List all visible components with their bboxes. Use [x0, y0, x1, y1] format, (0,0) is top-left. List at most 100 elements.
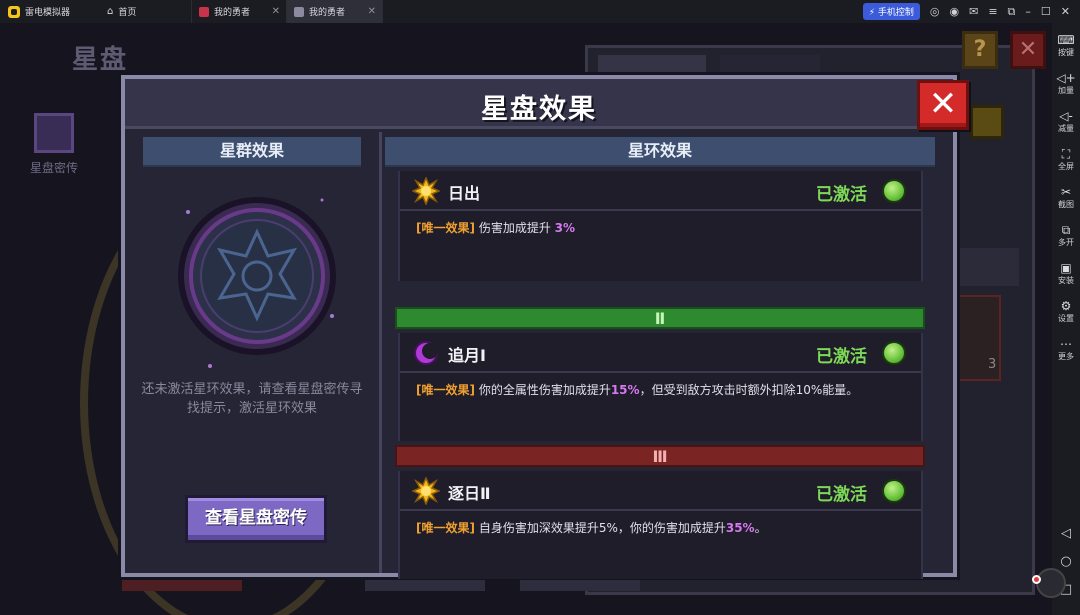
ring-desc-text: 伤害加成提升 — [478, 221, 551, 235]
home-icon: ⌂ — [107, 6, 114, 17]
ring-status: 已激活 — [816, 185, 867, 205]
fullscreen-icon: ⛶ — [1061, 147, 1071, 161]
ring-effect-card: 追月Ⅰ 已激活 [唯一效果] 你的全属性伤害加成提升15%，但受到敌方攻击时额外… — [398, 333, 923, 441]
sidebar-item-install[interactable]: ▣ 安装 — [1052, 261, 1080, 286]
background-footer-button — [122, 575, 242, 591]
ring-name: 日出 — [448, 184, 481, 203]
more-icon: ⋯ — [1060, 337, 1072, 351]
cluster-effect-header: 星群效果 — [143, 137, 361, 167]
background-page-title: 星盘 — [72, 45, 129, 75]
background-secret-item[interactable]: 星盘密传 — [22, 113, 86, 176]
ring-effect-card: 日出 已激活 [唯一效果] 伤害加成提升 3% — [398, 171, 923, 281]
tier-3-divider: Ⅲ — [395, 445, 925, 467]
ring-desc-value: 3% — [554, 221, 576, 235]
sidebar-label: 设置 — [1058, 314, 1074, 323]
gamepad-icon[interactable]: ◎ — [930, 5, 940, 18]
close-tab-icon[interactable]: ✕ — [272, 6, 280, 17]
emulator-titlebar: 雷电模拟器 ⌂ 首页 我的勇者 ✕ 我的勇者 ✕ ⚡ 手机控制 ◎ ◉ ✉ ≡ … — [0, 0, 1080, 23]
floating-assistant-icon[interactable] — [1036, 568, 1066, 598]
game-viewport: 星盘 星盘密传 ? ✕ 3 星盘效果 ✕ 星群效果 还未激活星环效果，请查看星盘… — [0, 23, 1052, 615]
ring-desc-text-2: 。 — [754, 521, 767, 535]
sidebar-item-fullscreen[interactable]: ⛶ 全屏 — [1052, 147, 1080, 172]
sidebar-label: 全屏 — [1058, 162, 1074, 171]
close-window-icon[interactable]: ✕ — [1061, 5, 1070, 18]
sidebar-item-keymap[interactable]: ⌨ 按键 — [1052, 33, 1080, 58]
column-divider — [379, 132, 382, 573]
tab-my-hero-1-label: 我的勇者 — [214, 8, 251, 18]
sidebar-label: 按键 — [1058, 48, 1074, 57]
ring-status: 已激活 — [816, 485, 867, 505]
ring-effect-title-row: 追月Ⅰ 已激活 — [400, 333, 921, 373]
dialog-title: 星盘效果 — [481, 94, 597, 125]
sidebar-item-settings[interactable]: ⚙ 设置 — [1052, 299, 1080, 324]
volume-down-icon: ◁- — [1059, 109, 1073, 123]
moon-icon — [414, 341, 438, 365]
tab-home-label: 首页 — [118, 8, 137, 18]
keyboard-icon: ⌨ — [1057, 33, 1075, 47]
unique-effect-tag: [唯一效果] — [416, 221, 475, 235]
sidebar-item-multi[interactable]: ⧉ 多开 — [1052, 223, 1080, 248]
ring-effect-title-row: 逐日Ⅱ 已激活 — [400, 471, 921, 511]
background-bar — [955, 248, 1019, 286]
game-app-icon — [199, 6, 209, 17]
ring-effect-header: 星环效果 — [385, 137, 935, 167]
emulator-sidebar: ⌨ 按键 ◁+ 加量 ◁- 减量 ⛶ 全屏 ✂ 截图 ⧉ 多开 ▣ 安装 ⚙ 设… — [1052, 23, 1080, 615]
home-circle-icon[interactable]: ○ — [1052, 554, 1080, 569]
tab-my-hero-1[interactable]: 我的勇者 ✕ — [192, 0, 287, 23]
constellation-disk-icon — [178, 197, 336, 368]
tab-home[interactable]: ⌂ 首页 — [100, 0, 192, 23]
view-star-secret-button[interactable]: 查看星盘密传 — [185, 495, 327, 543]
back-icon[interactable]: ◁ — [1052, 526, 1080, 541]
sidebar-label: 减量 — [1058, 124, 1074, 133]
tab-my-hero-2-label: 我的勇者 — [309, 8, 346, 18]
ring-description: [唯一效果] 你的全属性伤害加成提升15%，但受到敌方攻击时额外扣除10%能量。 — [416, 381, 916, 398]
background-secret-label: 星盘密传 — [29, 161, 78, 175]
sidebar-item-screenshot[interactable]: ✂ 截图 — [1052, 185, 1080, 210]
app-brand: 雷电模拟器 — [0, 5, 100, 18]
sidebar-item-volume-down[interactable]: ◁- 减量 — [1052, 109, 1080, 134]
dialog-header: 星盘效果 — [125, 79, 953, 129]
ring-desc-text-2: ，但受到敌方攻击时额外扣除10%能量。 — [639, 383, 859, 397]
restore-icon[interactable]: ⧉ — [1008, 5, 1016, 19]
maximize-icon[interactable]: ☐ — [1041, 5, 1051, 18]
ring-desc-value: 35% — [725, 521, 755, 535]
ring-name: 追月Ⅰ — [448, 346, 486, 365]
background-card-count: 3 — [988, 357, 997, 372]
mail-icon[interactable]: ✉ — [969, 5, 978, 18]
background-coin-icon — [970, 105, 1004, 139]
app-name: 雷电模拟器 — [25, 8, 71, 18]
ring-status: 已激活 — [816, 347, 867, 367]
user-icon[interactable]: ◉ — [950, 5, 960, 18]
sidebar-item-more[interactable]: ⋯ 更多 — [1052, 337, 1080, 362]
background-help-button: ? — [962, 31, 998, 69]
menu-icon[interactable]: ≡ — [988, 5, 997, 18]
gear-icon: ⚙ — [1060, 299, 1072, 313]
close-tab-icon[interactable]: ✕ — [368, 6, 376, 17]
sun-icon — [412, 477, 440, 505]
sidebar-label: 多开 — [1058, 238, 1074, 247]
ring-effect-title-row: 日出 已激活 — [400, 171, 921, 211]
apk-install-icon: ▣ — [1060, 261, 1072, 275]
ldplayer-logo-icon — [8, 5, 20, 18]
active-indicator-icon — [882, 179, 906, 203]
volume-up-icon: ◁+ — [1056, 71, 1076, 85]
minimize-icon[interactable]: – — [1025, 5, 1031, 18]
tab-my-hero-2[interactable]: 我的勇者 ✕ — [287, 0, 383, 23]
ring-description: [唯一效果] 伤害加成提升 3% — [416, 219, 916, 236]
sun-icon — [412, 177, 440, 205]
sidebar-label: 加量 — [1058, 86, 1074, 95]
active-indicator-icon — [882, 341, 906, 365]
titlebar-controls: ⚡ 手机控制 ◎ ◉ ✉ ≡ ⧉ – ☐ ✕ — [862, 3, 1080, 20]
ring-desc-text: 自身伤害加深效果提升5%，你的伤害加成提升 — [478, 521, 726, 535]
phone-control-button[interactable]: ⚡ 手机控制 — [862, 3, 920, 20]
ring-effect-card: 逐日Ⅱ 已激活 [唯一效果] 自身伤害加深效果提升5%，你的伤害加成提升35%。 — [398, 471, 923, 579]
ring-name: 逐日Ⅱ — [448, 484, 491, 503]
sidebar-label: 安装 — [1058, 276, 1074, 285]
recording-dot-icon — [1032, 575, 1041, 584]
active-indicator-icon — [882, 479, 906, 503]
background-close-button: ✕ — [1010, 31, 1046, 69]
dialog-close-button[interactable]: ✕ — [917, 80, 969, 130]
sidebar-item-volume-up[interactable]: ◁+ 加量 — [1052, 71, 1080, 96]
star-chest-icon — [34, 113, 74, 153]
tier-2-divider: Ⅱ — [395, 307, 925, 329]
